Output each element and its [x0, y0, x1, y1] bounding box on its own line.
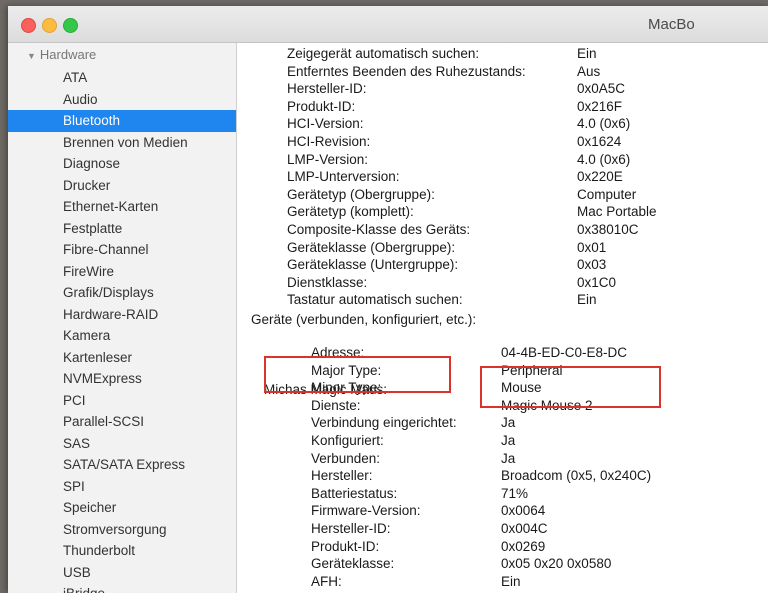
info-value: 4.0 (0x6) — [577, 116, 631, 132]
info-label: Verbunden: — [311, 450, 381, 466]
info-value: 0x004C — [501, 521, 548, 536]
info-value: Ja — [501, 433, 516, 448]
highlight-box-device-name — [264, 356, 451, 393]
info-value: Broadcom (0x5, 0x240C) — [501, 468, 652, 484]
info-value: Ein — [577, 46, 597, 61]
info-value: 0x0064 — [501, 503, 546, 519]
info-value: 0x05 0x20 0x0580 — [501, 556, 612, 572]
sidebar-item-grafik-displays[interactable]: Grafik/Displays — [8, 282, 236, 304]
sidebar-item-ibridge[interactable]: iBridge — [8, 583, 236, 593]
info-label: Gerätetyp (komplett): — [287, 204, 414, 220]
info-label: Dienstklasse: — [287, 274, 368, 290]
sidebar-item-nvmexpress[interactable]: NVMExpress — [8, 368, 236, 390]
devices-heading: Geräte (verbunden, konfiguriert, etc.): — [251, 312, 477, 327]
info-label: AFH: — [311, 573, 342, 589]
info-label: Hersteller-ID: — [311, 521, 391, 536]
info-value: 0x1C0 — [577, 274, 617, 290]
sidebar-item-spi[interactable]: SPI — [8, 476, 236, 498]
info-label: Geräteklasse: — [311, 556, 395, 572]
info-label: HCI-Revision: — [287, 134, 371, 149]
sidebar-item-festplatte[interactable]: Festplatte — [8, 218, 236, 240]
info-value: 0x03 — [577, 257, 607, 273]
sidebar-item-kartenleser[interactable]: Kartenleser — [8, 347, 236, 369]
zoom-window-button[interactable] — [63, 18, 78, 33]
sidebar-item-fibre-channel[interactable]: Fibre-Channel — [8, 239, 236, 261]
info-label: Dienste: — [311, 397, 361, 413]
info-value: 0x220E — [577, 169, 623, 185]
highlight-box-address — [480, 366, 661, 408]
info-value: 0x0269 — [501, 538, 546, 554]
info-value: Ein — [577, 292, 597, 308]
minimize-window-button[interactable] — [42, 18, 57, 33]
sidebar-item-speicher[interactable]: Speicher — [8, 497, 236, 519]
sidebar: ▼ Hardware ATA Audio Bluetooth Brennen von M… — [8, 43, 237, 593]
info-value: 04-4B-ED-C0-E8-DC — [501, 345, 628, 360]
info-value: 0x216F — [577, 98, 623, 114]
sidebar-item-drucker[interactable]: Drucker — [8, 175, 236, 197]
sidebar-item-thunderbolt[interactable]: Thunderbolt — [8, 540, 236, 562]
info-value: Computer — [577, 186, 637, 202]
close-window-button[interactable] — [21, 18, 36, 33]
info-label: Verbindung eingerichtet: — [311, 415, 457, 431]
disclosure-triangle-icon[interactable]: ▼ — [27, 51, 36, 61]
sidebar-item-sas[interactable]: SAS — [8, 433, 236, 455]
info-value: Ja — [501, 450, 516, 466]
info-value: 0x01 — [577, 239, 607, 255]
info-label: Konfiguriert: — [311, 433, 384, 448]
sidebar-section-hardware[interactable]: ▼ Hardware — [27, 47, 96, 62]
info-label: HCI-Version: — [287, 116, 364, 132]
sidebar-item-stromversorgung[interactable]: Stromversorgung — [8, 519, 236, 541]
info-value: Ja — [501, 415, 516, 431]
sidebar-item-audio[interactable]: Audio — [8, 89, 236, 111]
info-label: Produkt-ID: — [311, 538, 380, 554]
info-value: 0x1624 — [577, 134, 622, 149]
info-label: Hersteller-ID: — [287, 81, 367, 97]
info-value: Mac Portable — [577, 204, 657, 220]
sidebar-item-usb[interactable]: USB — [8, 562, 236, 584]
sidebar-item-pci[interactable]: PCI — [8, 390, 236, 412]
sidebar-item-bluetooth[interactable]: Bluetooth — [8, 110, 236, 132]
info-label: Entferntes Beenden des Ruhezustands: — [287, 63, 526, 79]
info-value: 4.0 (0x6) — [577, 151, 631, 167]
info-label: Gerätetyp (Obergruppe): — [287, 186, 435, 202]
detail-pane: AFH-Map:0040033200E8F77DAFH:EinGerätekla… — [237, 43, 768, 593]
info-label: LMP-Version: — [287, 151, 369, 167]
sidebar-item-brennen-von-medien[interactable]: Brennen von Medien — [8, 132, 236, 154]
info-label: LMP-Unterversion: — [287, 169, 400, 185]
sidebar-item-diagnose[interactable]: Diagnose — [8, 153, 236, 175]
sidebar-item-firewire[interactable]: FireWire — [8, 261, 236, 283]
sidebar-item-kamera[interactable]: Kamera — [8, 325, 236, 347]
info-value: Aus — [577, 63, 601, 79]
info-label: Tastatur automatisch suchen: — [287, 292, 463, 308]
info-label: Firmware-Version: — [311, 503, 421, 519]
sidebar-section-label: Hardware — [39, 47, 97, 62]
info-label: Geräteklasse (Obergruppe): — [287, 239, 456, 255]
window-title: MacBo — [648, 16, 695, 33]
info-label: Batteriestatus: — [311, 485, 398, 501]
info-value: 0x38010C — [577, 222, 639, 237]
sidebar-item-parallel-scsi[interactable]: Parallel-SCSI — [8, 411, 236, 433]
info-label: Geräteklasse (Untergruppe): — [287, 257, 459, 273]
info-value: 71% — [501, 485, 529, 501]
info-label: Zeigegerät automatisch suchen: — [287, 46, 480, 61]
title-bar: MacBo — [8, 6, 768, 43]
sidebar-item-sata-sata-express[interactable]: SATA/SATA Express — [8, 454, 236, 476]
sidebar-item-ata[interactable]: ATA — [8, 67, 236, 89]
info-label: Composite-Klasse des Geräts: — [287, 222, 471, 237]
sidebar-list: ATA Audio Bluetooth Brennen von Medien Diagn… — [8, 67, 236, 593]
sidebar-item-hardware-raid[interactable]: Hardware-RAID — [8, 304, 236, 326]
system-information-window: MacBo ▼ Hardware ATA Audio Bluetooth Brennen… — [8, 6, 768, 593]
info-value: Ein — [501, 573, 521, 589]
sidebar-item-ethernet-karten[interactable]: Ethernet-Karten — [8, 196, 236, 218]
info-label: Produkt-ID: — [287, 98, 356, 114]
info-value: 0x0A5C — [577, 81, 626, 97]
info-label: Hersteller: — [311, 468, 373, 484]
